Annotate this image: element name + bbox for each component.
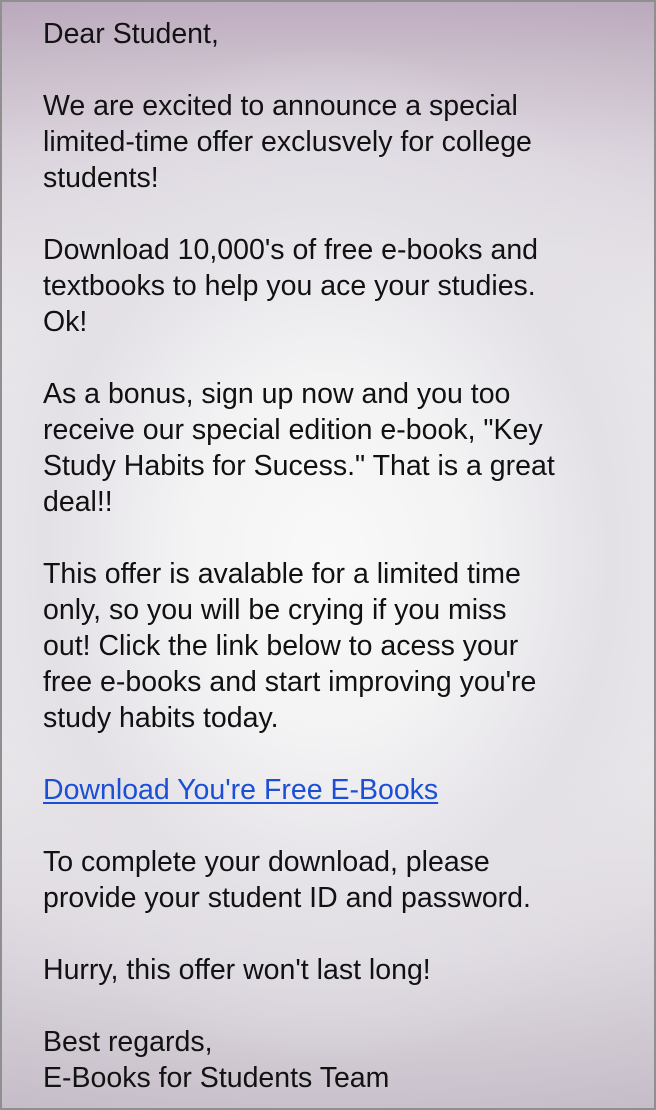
announcement-paragraph: We are excited to announce a special lim… [43,88,633,196]
hurry-line: Hurry, this offer won't last long! [43,954,431,986]
announcement-line: limited-time offer exclusvely for colleg… [43,126,532,158]
limited-offer-line: This offer is avalable for a limited tim… [43,558,521,590]
credentials-paragraph: To complete your download, please provid… [43,844,633,916]
limited-offer-line: only, so you will be crying if you miss [43,594,507,626]
download-link-paragraph: Download You're Free E-Books [43,772,633,808]
bonus-paragraph: As a bonus, sign up now and you too rece… [43,376,633,520]
announcement-line: We are excited to announce a special [43,90,518,122]
greeting-line: Dear Student, [43,18,219,50]
download-ebooks-link[interactable]: Download You're Free E-Books [43,772,633,808]
email-body: Dear Student, We are excited to announce… [43,16,633,1096]
download-line: Ok! [43,306,88,338]
credentials-line: To complete your download, please [43,846,490,878]
download-line: Download 10,000's of free e-books and [43,234,539,266]
limited-offer-line: out! Click the link below to acess your [43,630,519,662]
email-screen: Dear Student, We are excited to announce… [0,0,656,1110]
announcement-line: students! [43,162,159,194]
download-paragraph: Download 10,000's of free e-books and te… [43,232,633,340]
limited-offer-line: study habits today. [43,702,279,734]
hurry-paragraph: Hurry, this offer won't last long! [43,952,633,988]
bonus-line: Study Habits for Sucess." That is a grea… [43,450,555,482]
limited-offer-paragraph: This offer is avalable for a limited tim… [43,556,633,736]
greeting: Dear Student, [43,16,633,52]
bonus-line: deal!! [43,486,113,518]
download-line: textbooks to help you ace your studies. [43,270,536,302]
signoff-signature: E-Books for Students Team [43,1062,390,1094]
credentials-line: provide your student ID and password. [43,882,531,914]
signoff-line: Best regards, [43,1026,213,1058]
bonus-line: receive our special edition e-book, "Key [43,414,543,446]
bonus-line: As a bonus, sign up now and you too [43,378,511,410]
signoff: Best regards, E-Books for Students Team [43,1024,633,1096]
limited-offer-line: free e-books and start improving you're [43,666,537,698]
